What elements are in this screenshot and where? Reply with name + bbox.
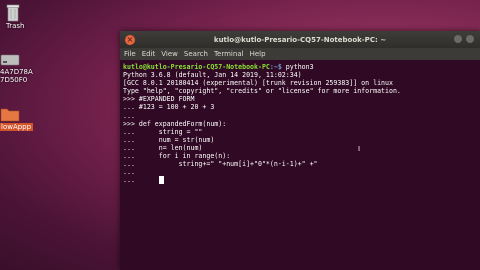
terminal-line: >>> #EXPANDED FORM <box>123 95 195 104</box>
terminal-line: ... string = "" <box>123 127 203 136</box>
window-title: kutlo@kutlo-Presario-CQ57-Notebook-PC: ~ <box>213 35 387 44</box>
prompt-command: python3 <box>281 63 314 71</box>
terminal-line: ... for i in range(n): <box>123 152 231 161</box>
terminal-line: Python 3.6.8 (default, Jan 14 2019, 11:0… <box>123 71 302 80</box>
minimize-button[interactable] <box>454 35 462 43</box>
trash-icon <box>6 4 20 22</box>
maximize-button[interactable] <box>466 35 474 43</box>
drive-desktop-icon[interactable]: 4A7D78A 7D50F0 <box>0 50 33 84</box>
menu-bar: File Edit View Search Terminal Help <box>120 48 480 60</box>
window-controls <box>454 35 474 43</box>
terminal-line: ... <box>123 168 135 177</box>
terminal-line: ... #123 = 100 + 20 + 3 <box>123 103 215 112</box>
menu-view[interactable]: View <box>161 50 178 58</box>
prompt-path: :~$ <box>269 63 282 71</box>
terminal-line: [GCC 8.0.1 20180414 (experimental) [trun… <box>123 79 393 88</box>
menu-edit[interactable]: Edit <box>142 50 156 58</box>
current-line: ... <box>123 176 477 185</box>
drive-icon <box>0 54 20 66</box>
folder-desktop-icon[interactable]: lowAppp <box>0 106 34 131</box>
menu-file[interactable]: File <box>124 50 136 58</box>
prompt-user: kutlo@kutlo-Presario-CQ57-Notebook-PC <box>123 63 270 71</box>
folder-icon <box>0 108 20 122</box>
text-cursor <box>158 176 164 185</box>
trash-desktop-icon[interactable]: Trash <box>6 4 36 30</box>
folder-label: lowAppp <box>0 123 34 131</box>
menu-help[interactable]: Help <box>250 50 266 58</box>
terminal-line: ... <box>123 111 135 120</box>
terminal-line: >>> def expandedForm(num): <box>123 119 227 128</box>
terminal-line: Type "help", "copyright", "credits" or "… <box>123 87 401 96</box>
drive-label-line1: 4A7D78A <box>0 68 33 76</box>
menu-terminal[interactable]: Terminal <box>214 50 244 58</box>
terminal-line: ... num = str(num) <box>123 135 215 144</box>
terminal-line: ... <box>123 176 135 185</box>
menu-search[interactable]: Search <box>184 50 208 58</box>
terminal-line: ... n= len(num) <box>123 143 203 152</box>
trash-label: Trash <box>6 22 25 30</box>
window-titlebar[interactable]: × kutlo@kutlo-Presario-CQ57-Notebook-PC:… <box>120 31 480 48</box>
terminal-output[interactable]: kutlo@kutlo-Presario-CQ57-Notebook-PC:~$… <box>120 60 480 187</box>
terminal-line: ... string+=" "+num[i]+"0"*(n-i-1)+" +" <box>123 160 318 169</box>
terminal-window[interactable]: × kutlo@kutlo-Presario-CQ57-Notebook-PC:… <box>120 31 480 270</box>
prompt-line: kutlo@kutlo-Presario-CQ57-Notebook-PC:~$… <box>123 63 477 71</box>
mouse-ibeam-cursor: I <box>358 145 361 153</box>
drive-label-line2: 7D50F0 <box>0 76 28 84</box>
